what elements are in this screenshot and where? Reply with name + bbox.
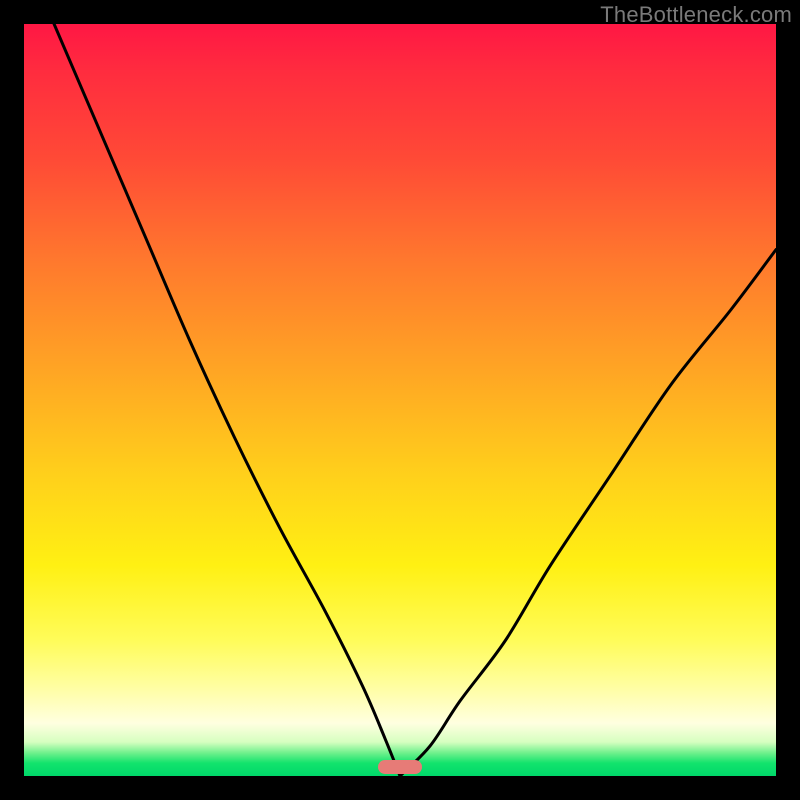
optimal-point-marker	[378, 760, 422, 774]
curve-path	[54, 24, 776, 780]
chart-frame	[24, 24, 776, 776]
bottleneck-curve	[24, 24, 776, 776]
